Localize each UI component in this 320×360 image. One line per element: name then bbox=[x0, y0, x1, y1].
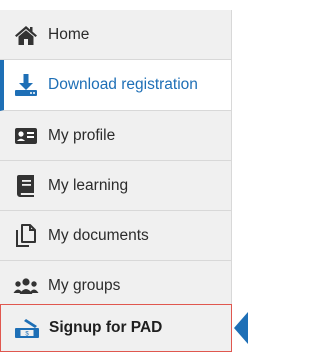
menu-item-signup-for-pad[interactable]: $ Signup for PAD bbox=[0, 304, 232, 352]
book-icon bbox=[13, 173, 39, 199]
menu-item-download-registration[interactable]: Download registration bbox=[0, 60, 232, 111]
menu-item-label: My learning bbox=[48, 176, 129, 194]
users-icon bbox=[13, 273, 39, 299]
menu-item-label: Download registration bbox=[48, 76, 198, 93]
active-pointer-arrow bbox=[234, 312, 248, 344]
menu-item-label: My groups bbox=[48, 276, 121, 294]
menu-item-my-profile[interactable]: My profile bbox=[0, 111, 232, 161]
menu-item-home[interactable]: Home bbox=[0, 10, 232, 60]
sidebar-menu: Home Download registration My profile My… bbox=[0, 0, 248, 360]
menu-item-label: My documents bbox=[48, 226, 149, 244]
menu-item-my-learning[interactable]: My learning bbox=[0, 161, 232, 211]
documents-icon bbox=[13, 223, 39, 249]
signup-icon: $ bbox=[14, 315, 40, 341]
menu-item-label: Signup for PAD bbox=[49, 319, 163, 336]
menu-item-label: Home bbox=[48, 25, 90, 43]
download-icon bbox=[13, 72, 39, 98]
home-icon bbox=[13, 22, 39, 48]
profile-card-icon bbox=[13, 123, 39, 149]
menu-item-my-documents[interactable]: My documents bbox=[0, 211, 232, 261]
menu-item-label: My profile bbox=[48, 126, 116, 144]
